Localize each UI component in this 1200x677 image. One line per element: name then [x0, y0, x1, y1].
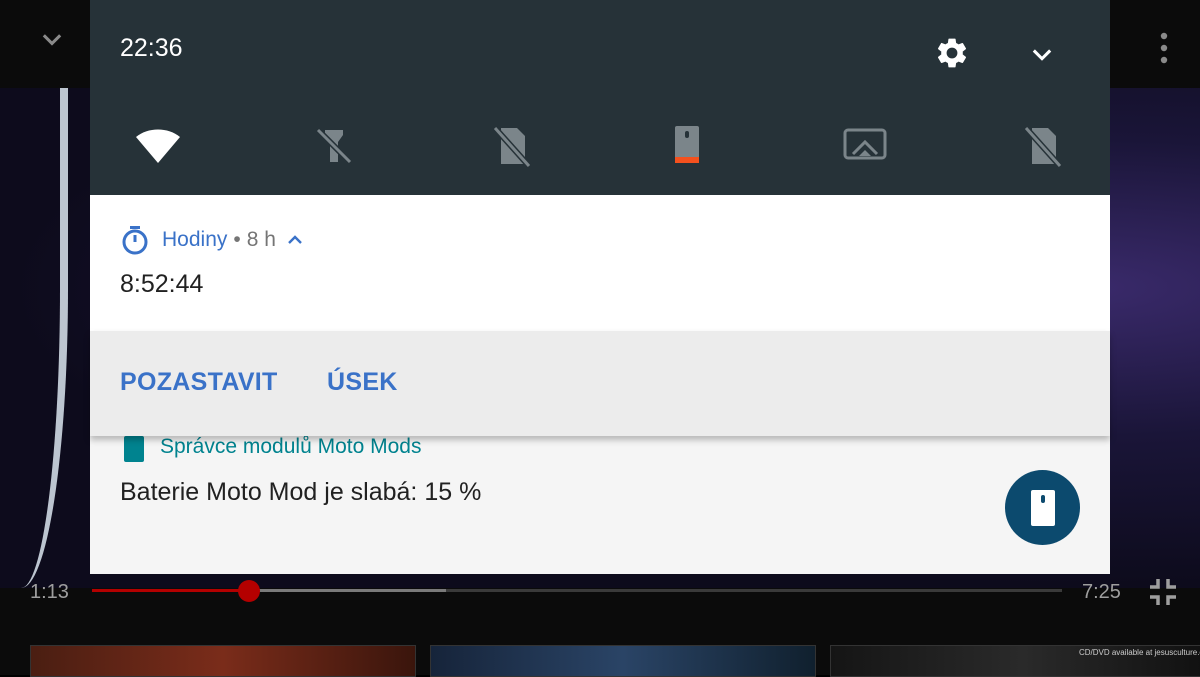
related-video-thumbnail[interactable]: [430, 645, 816, 677]
sim-off-icon[interactable]: [487, 122, 535, 170]
duration: 7:25: [1082, 581, 1121, 603]
stopwatch-icon: [122, 226, 148, 255]
notification-header: Hodiny • 8 h: [120, 225, 306, 255]
seek-knob[interactable]: [238, 580, 261, 602]
related-video-thumbnail[interactable]: CD/DVD available at jesusculture.org: [830, 645, 1200, 677]
notification-moto-mods[interactable]: Správce modulů Moto Mods Baterie Moto Mo…: [90, 432, 1110, 574]
cast-icon[interactable]: [841, 122, 889, 170]
collapse-chevron-icon[interactable]: [1028, 40, 1056, 68]
notification-app-name: Správce modulů Moto Mods: [160, 435, 422, 458]
wifi-icon[interactable]: [134, 122, 182, 170]
chevron-down-icon[interactable]: [38, 26, 66, 54]
notification-app-name: Hodiny: [162, 228, 228, 251]
status-clock: 22:36: [120, 34, 183, 62]
separator: •: [233, 228, 241, 251]
expand-less-icon[interactable]: [284, 229, 306, 251]
notification-actions: POZASTAVIT ÚSEK: [90, 331, 1110, 436]
notification-age: 8 h: [246, 228, 276, 251]
progress-bar: [92, 589, 250, 592]
fullscreen-exit-icon[interactable]: [1148, 577, 1178, 607]
moto-mod-battery-icon[interactable]: [663, 122, 711, 170]
related-video-thumbnail[interactable]: [30, 645, 416, 677]
stopwatch-time: 8:52:44: [120, 270, 204, 298]
sim-off-icon[interactable]: [1018, 122, 1066, 170]
pause-button[interactable]: POZASTAVIT: [120, 368, 278, 397]
lap-button[interactable]: ÚSEK: [327, 368, 398, 397]
more-vert-icon[interactable]: [1156, 32, 1172, 68]
settings-icon[interactable]: [934, 35, 970, 71]
flashlight-off-icon[interactable]: [310, 122, 358, 170]
notification-text: Baterie Moto Mod je slabá: 15 %: [120, 478, 482, 506]
notification-shade-header: 22:36: [90, 0, 1110, 195]
moto-mod-fab[interactable]: [1005, 470, 1080, 545]
thumbnail-caption: CD/DVD available at jesusculture.org: [1078, 648, 1200, 657]
notification-header: Správce modulů Moto Mods: [124, 432, 421, 462]
current-time: 1:13: [30, 581, 69, 603]
moto-mod-icon: [1030, 489, 1055, 526]
moto-mod-icon: [124, 432, 144, 462]
notification-clock[interactable]: Hodiny • 8 h 8:52:44: [90, 195, 1110, 331]
